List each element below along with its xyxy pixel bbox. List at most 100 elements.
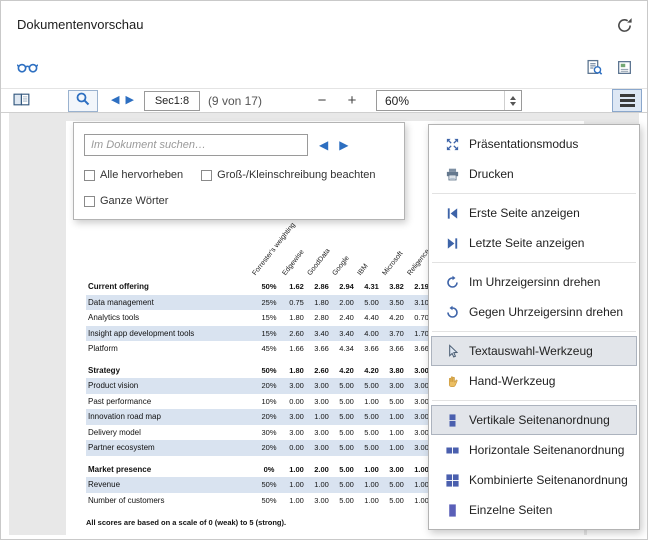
table-cell: 50% xyxy=(254,282,284,291)
page-title: Dokumentenvorschau xyxy=(17,17,143,32)
whole-words-option: Ganze Wörter xyxy=(84,195,168,207)
table-cell: 1.00 xyxy=(309,412,334,421)
table-cell: 4.31 xyxy=(359,282,384,291)
highlight-all-option: Alle hervorheben xyxy=(84,169,183,181)
menu-item-label: Erste Seite anzeigen xyxy=(469,206,580,220)
glasses-icon xyxy=(17,60,38,77)
row-label: Past performance xyxy=(86,397,254,406)
view-menu-button[interactable] xyxy=(612,89,642,112)
table-row: Current offering50%1.622.862.944.313.822… xyxy=(86,279,434,295)
search-input[interactable] xyxy=(84,134,308,156)
search-next-button[interactable]: ▶ xyxy=(339,139,348,151)
menu-item-single-page[interactable]: Einzelne Seiten xyxy=(431,495,637,525)
panel-toggle-button[interactable] xyxy=(13,92,32,110)
hamburger-icon xyxy=(620,94,635,106)
table-cell: 3.00 xyxy=(284,412,309,421)
row-label: Delivery model xyxy=(86,428,254,437)
search-previous-button[interactable]: ◀ xyxy=(319,139,328,151)
menu-item-label: Letzte Seite anzeigen xyxy=(469,236,584,250)
combined-pages-icon xyxy=(443,473,461,488)
print-icon xyxy=(443,167,461,182)
header-bar: Dokumentenvorschau xyxy=(1,1,647,55)
table-cell: 0% xyxy=(254,465,284,474)
table-footnote: All scores are based on a scale of 0 (we… xyxy=(86,518,434,527)
table-cell: 50% xyxy=(254,496,284,505)
menu-item-hand[interactable]: Hand-Werkzeug xyxy=(431,366,637,396)
column-header: Edgewise xyxy=(281,249,305,277)
menu-item-label: Textauswahl-Werkzeug xyxy=(469,344,593,358)
magnifier-icon xyxy=(75,91,91,110)
menu-item-rotate-counterclockwise[interactable]: Gegen Uhrzeigersinn drehen xyxy=(431,297,637,327)
table-cell: 20% xyxy=(254,412,284,421)
vertical-pages-icon xyxy=(443,413,461,428)
next-page-button[interactable]: ▶ xyxy=(125,95,133,106)
wave-table-header: Forrester's weightingEdgewiseGoodDataGoo… xyxy=(86,233,434,279)
row-label: Innovation road map xyxy=(86,412,254,421)
zoom-spinner[interactable] xyxy=(504,91,521,110)
table-cell: 0.75 xyxy=(284,298,309,307)
table-cell: 3.40 xyxy=(334,329,359,338)
table-row: Partner ecosystem20%0.003.005.005.001.00… xyxy=(86,440,434,456)
menu-divider xyxy=(432,331,636,332)
menu-item-label: Einzelne Seiten xyxy=(469,503,552,517)
table-cell: 5.00 xyxy=(334,381,359,390)
menu-item-last-page[interactable]: Letzte Seite anzeigen xyxy=(431,228,637,258)
table-cell: Forrester's weighting xyxy=(254,233,284,279)
row-label: Partner ecosystem xyxy=(86,443,254,452)
search-row: ◀ ▶ xyxy=(84,134,348,156)
zoom-out-button[interactable]: − xyxy=(314,93,330,108)
table-cell: 1.00 xyxy=(359,480,384,489)
menu-item-vertical-pages[interactable]: Vertikale Seitenanordnung xyxy=(431,405,637,435)
row-label: Product vision xyxy=(86,381,254,390)
table-cell: 10% xyxy=(254,397,284,406)
zoom-in-button[interactable]: + xyxy=(344,93,360,108)
table-cell: 4.40 xyxy=(359,313,384,322)
first-page-icon xyxy=(443,206,461,221)
whole-words-checkbox[interactable] xyxy=(84,196,95,207)
refresh-button[interactable] xyxy=(616,17,633,37)
table-cell: 3.00 xyxy=(309,443,334,452)
table-row: Number of customers50%1.003.005.001.005.… xyxy=(86,493,434,509)
table-cell: 15% xyxy=(254,313,284,322)
reading-mode-button[interactable] xyxy=(17,60,38,77)
menu-item-combined-pages[interactable]: Kombinierte Seitenanordnung xyxy=(431,465,637,495)
table-cell: 5.00 xyxy=(384,397,409,406)
table-cell: 5.00 xyxy=(359,428,384,437)
menu-item-horizontal-pages[interactable]: Horizontale Seitenanordnung xyxy=(431,435,637,465)
preview-search-button[interactable] xyxy=(586,59,603,79)
row-label: Revenue xyxy=(86,480,254,489)
search-popup: ◀ ▶ Alle hervorheben Groß-/Kleinschreibu… xyxy=(73,122,405,220)
menu-item-text-select[interactable]: Textauswahl-Werkzeug xyxy=(431,336,637,366)
zoom-select[interactable]: 60% xyxy=(376,90,522,111)
table-cell xyxy=(86,233,254,279)
column-header: IBM xyxy=(356,263,369,277)
menu-item-presentation-mode[interactable]: Präsentationsmodus xyxy=(431,129,637,159)
panel-toggle-icon xyxy=(13,92,32,110)
page-number-input[interactable] xyxy=(144,91,200,111)
table-cell: 45% xyxy=(254,344,284,353)
spinner-up-icon[interactable] xyxy=(510,96,516,100)
rotate-clockwise-icon xyxy=(443,275,461,290)
menu-item-label: Hand-Werkzeug xyxy=(469,374,555,388)
search-button[interactable] xyxy=(68,90,98,112)
table-cell: 4.20 xyxy=(359,366,384,375)
spinner-down-icon[interactable] xyxy=(510,102,516,106)
presentation-mode-icon xyxy=(443,137,461,152)
menu-item-print[interactable]: Drucken xyxy=(431,159,637,189)
table-cell: 0.00 xyxy=(284,443,309,452)
menu-item-rotate-clockwise[interactable]: Im Uhrzeigersinn drehen xyxy=(431,267,637,297)
page-view-button[interactable] xyxy=(616,59,633,79)
table-cell: 4.20 xyxy=(384,313,409,322)
table-row: Revenue50%1.001.005.001.005.001.00 xyxy=(86,477,434,493)
menu-item-first-page[interactable]: Erste Seite anzeigen xyxy=(431,198,637,228)
single-page-icon xyxy=(443,503,461,518)
table-cell: 50% xyxy=(254,366,284,375)
hand-icon xyxy=(443,374,461,389)
column-header: Google xyxy=(331,255,350,277)
table-cell: 5.00 xyxy=(334,443,359,452)
table-cell: 3.66 xyxy=(309,344,334,353)
match-case-checkbox[interactable] xyxy=(201,170,212,181)
previous-page-button[interactable]: ◀ xyxy=(111,95,119,106)
highlight-all-checkbox[interactable] xyxy=(84,170,95,181)
horizontal-pages-icon xyxy=(443,443,461,458)
